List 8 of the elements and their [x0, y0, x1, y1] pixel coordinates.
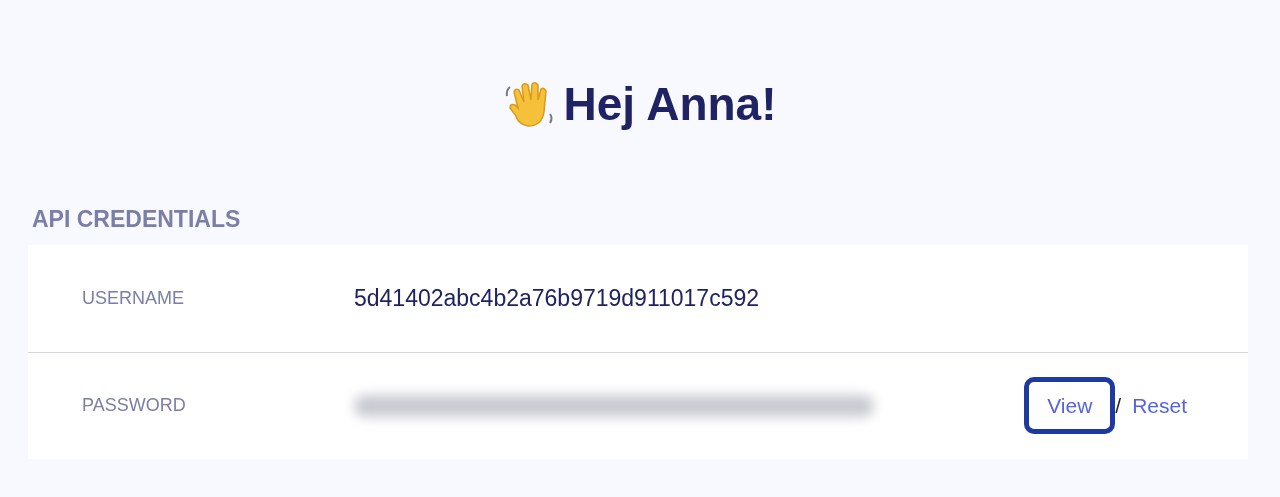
field-label: USERNAME [82, 286, 185, 310]
greeting-heading: Hej Anna! [563, 76, 777, 132]
field-label: PASSWORD [82, 394, 187, 417]
action-link[interactable]: Reset [1121, 380, 1198, 431]
username-value: 5d41402abc4b2a76b9719d911017c592 [354, 283, 760, 313]
separator-slash: / [1115, 392, 1122, 419]
action-link[interactable]: View [1024, 376, 1116, 435]
section-title: API CREDENTIALS [31, 205, 242, 234]
